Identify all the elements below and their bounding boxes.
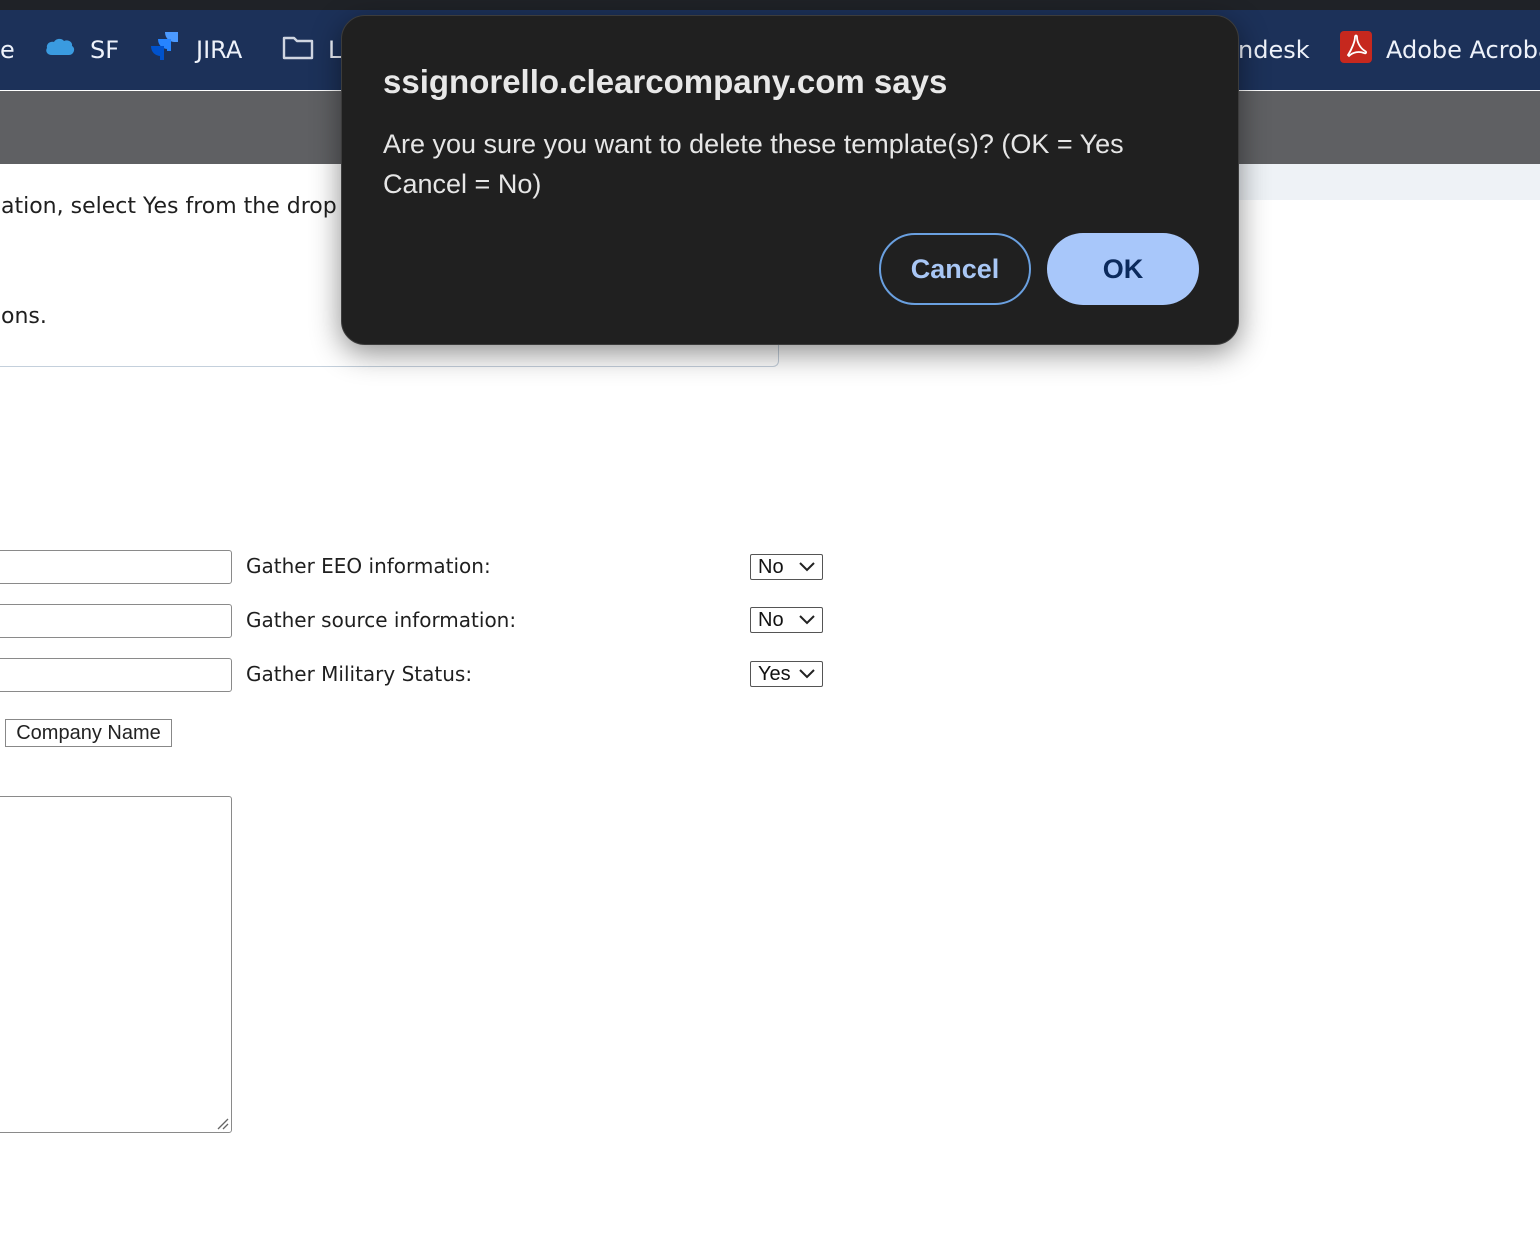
chevron-down-icon bbox=[799, 669, 815, 679]
bookmark-label: Adobe Acroba bbox=[1386, 36, 1540, 64]
ok-button[interactable]: OK bbox=[1047, 233, 1199, 305]
bookmark-sf[interactable]: SF bbox=[44, 10, 119, 90]
bookmark-label: e bbox=[0, 36, 15, 64]
dialog-message-line-1: Are you sure you want to delete these te… bbox=[383, 129, 1124, 159]
gather-source-label: Gather source information: bbox=[246, 608, 517, 632]
instructions-text-line-1: ation, select Yes from the drop bbox=[1, 194, 337, 219]
bookmark-jira[interactable]: JIRA bbox=[148, 10, 242, 90]
gather-military-select[interactable]: Yes bbox=[750, 661, 823, 687]
confirm-dialog: ssignorello.clearcompany.com says Are yo… bbox=[341, 15, 1239, 345]
chevron-down-icon bbox=[799, 615, 815, 625]
cancel-button[interactable]: Cancel bbox=[879, 233, 1031, 305]
dialog-title: ssignorello.clearcompany.com says bbox=[383, 63, 948, 100]
bookmark-label: L bbox=[328, 36, 342, 64]
adobe-acrobat-icon bbox=[1340, 31, 1372, 69]
bookmark-label: ndesk bbox=[1238, 36, 1310, 64]
folder-icon bbox=[282, 34, 314, 66]
window-top-strip bbox=[0, 0, 1540, 10]
bookmark-label: SF bbox=[90, 36, 120, 64]
message-textarea[interactable] bbox=[0, 796, 232, 1133]
resize-grip-icon[interactable] bbox=[215, 1116, 229, 1130]
bookmark-item[interactable]: e bbox=[0, 10, 15, 90]
text-field-2[interactable] bbox=[0, 604, 232, 638]
gather-source-select[interactable]: No bbox=[750, 607, 823, 633]
dialog-message-line-2: Cancel = No) bbox=[383, 169, 542, 199]
instructions-text-line-2: ons. bbox=[1, 304, 47, 329]
salesforce-cloud-icon bbox=[44, 35, 76, 65]
gather-eeo-label: Gather EEO information: bbox=[246, 554, 491, 578]
bookmark-zendesk[interactable]: ndesk bbox=[1238, 10, 1310, 90]
text-field-3[interactable] bbox=[0, 658, 232, 692]
dialog-message: Are you sure you want to delete these te… bbox=[383, 124, 1183, 204]
company-name-button[interactable]: Company Name bbox=[5, 719, 172, 747]
text-field-1[interactable] bbox=[0, 550, 232, 584]
bookmark-adobe-acrobat[interactable]: Adobe Acroba bbox=[1340, 10, 1540, 90]
gather-eeo-select[interactable]: No bbox=[750, 554, 823, 580]
select-value: No bbox=[758, 555, 784, 578]
select-value: No bbox=[758, 608, 784, 631]
select-value: Yes bbox=[758, 662, 791, 685]
bookmark-folder[interactable]: L bbox=[282, 10, 341, 90]
bookmark-label: JIRA bbox=[196, 36, 243, 64]
gather-military-label: Gather Military Status: bbox=[246, 662, 473, 686]
chevron-down-icon bbox=[799, 562, 815, 572]
jira-icon bbox=[148, 30, 182, 70]
